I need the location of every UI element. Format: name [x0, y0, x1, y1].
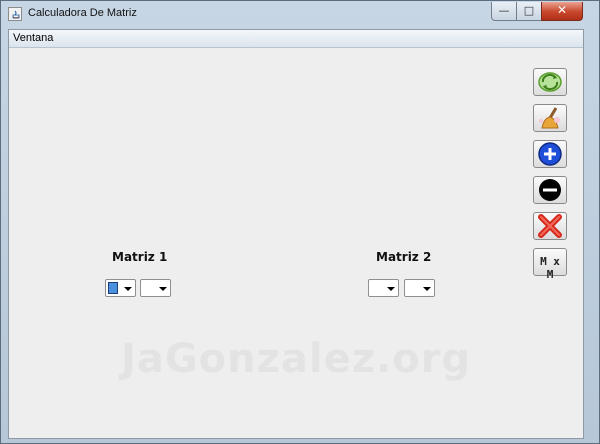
chevron-down-icon — [124, 287, 132, 291]
maximize-button[interactable]: □ — [516, 2, 542, 21]
matrix2-label: Matriz 2 — [376, 250, 432, 264]
matrix1-cols-select[interactable] — [140, 279, 171, 297]
refresh-button[interactable] — [533, 68, 567, 96]
refresh-icon — [538, 72, 562, 92]
title-bar[interactable]: Calculadora De Matriz — □ ✕ — [1, 1, 599, 29]
clear-button[interactable] — [533, 104, 567, 132]
window-title: Calculadora De Matriz — [28, 7, 137, 19]
broom-icon — [539, 107, 560, 129]
multiply-button-label: M x M — [540, 255, 560, 281]
minimize-icon: — — [498, 4, 510, 17]
selection-swatch — [108, 282, 118, 294]
chevron-down-icon — [423, 287, 431, 291]
matrix2-rows-select[interactable] — [368, 279, 399, 297]
menu-ventana[interactable]: Ventana — [13, 32, 53, 44]
main-panel: Ventana JaGonzalez.org Matriz 1 Matriz 2 — [8, 29, 584, 439]
java-app-icon — [8, 7, 22, 21]
maximize-icon: □ — [523, 4, 535, 17]
minimize-button[interactable]: — — [491, 2, 517, 21]
menu-bar: Ventana — [9, 30, 583, 48]
matrix2-cols-select[interactable] — [404, 279, 435, 297]
matrix1-rows-select[interactable] — [105, 279, 136, 297]
minus-circle-icon — [539, 179, 561, 201]
multiply-button[interactable]: M x M — [533, 248, 567, 281]
watermark: JaGonzalez.org — [120, 336, 472, 382]
chevron-down-icon — [387, 287, 395, 291]
subtract-button[interactable] — [533, 176, 567, 204]
close-icon: ✕ — [556, 3, 568, 17]
add-button[interactable] — [533, 140, 567, 168]
plus-circle-icon — [538, 142, 562, 166]
close-window-button[interactable]: ✕ — [541, 2, 583, 21]
x-icon — [538, 214, 562, 238]
app-window: Calculadora De Matriz — □ ✕ Ventana JaGo… — [0, 0, 600, 444]
close-matrix-button[interactable] — [533, 212, 567, 240]
chevron-down-icon — [159, 287, 167, 291]
matrix1-label: Matriz 1 — [112, 250, 168, 264]
